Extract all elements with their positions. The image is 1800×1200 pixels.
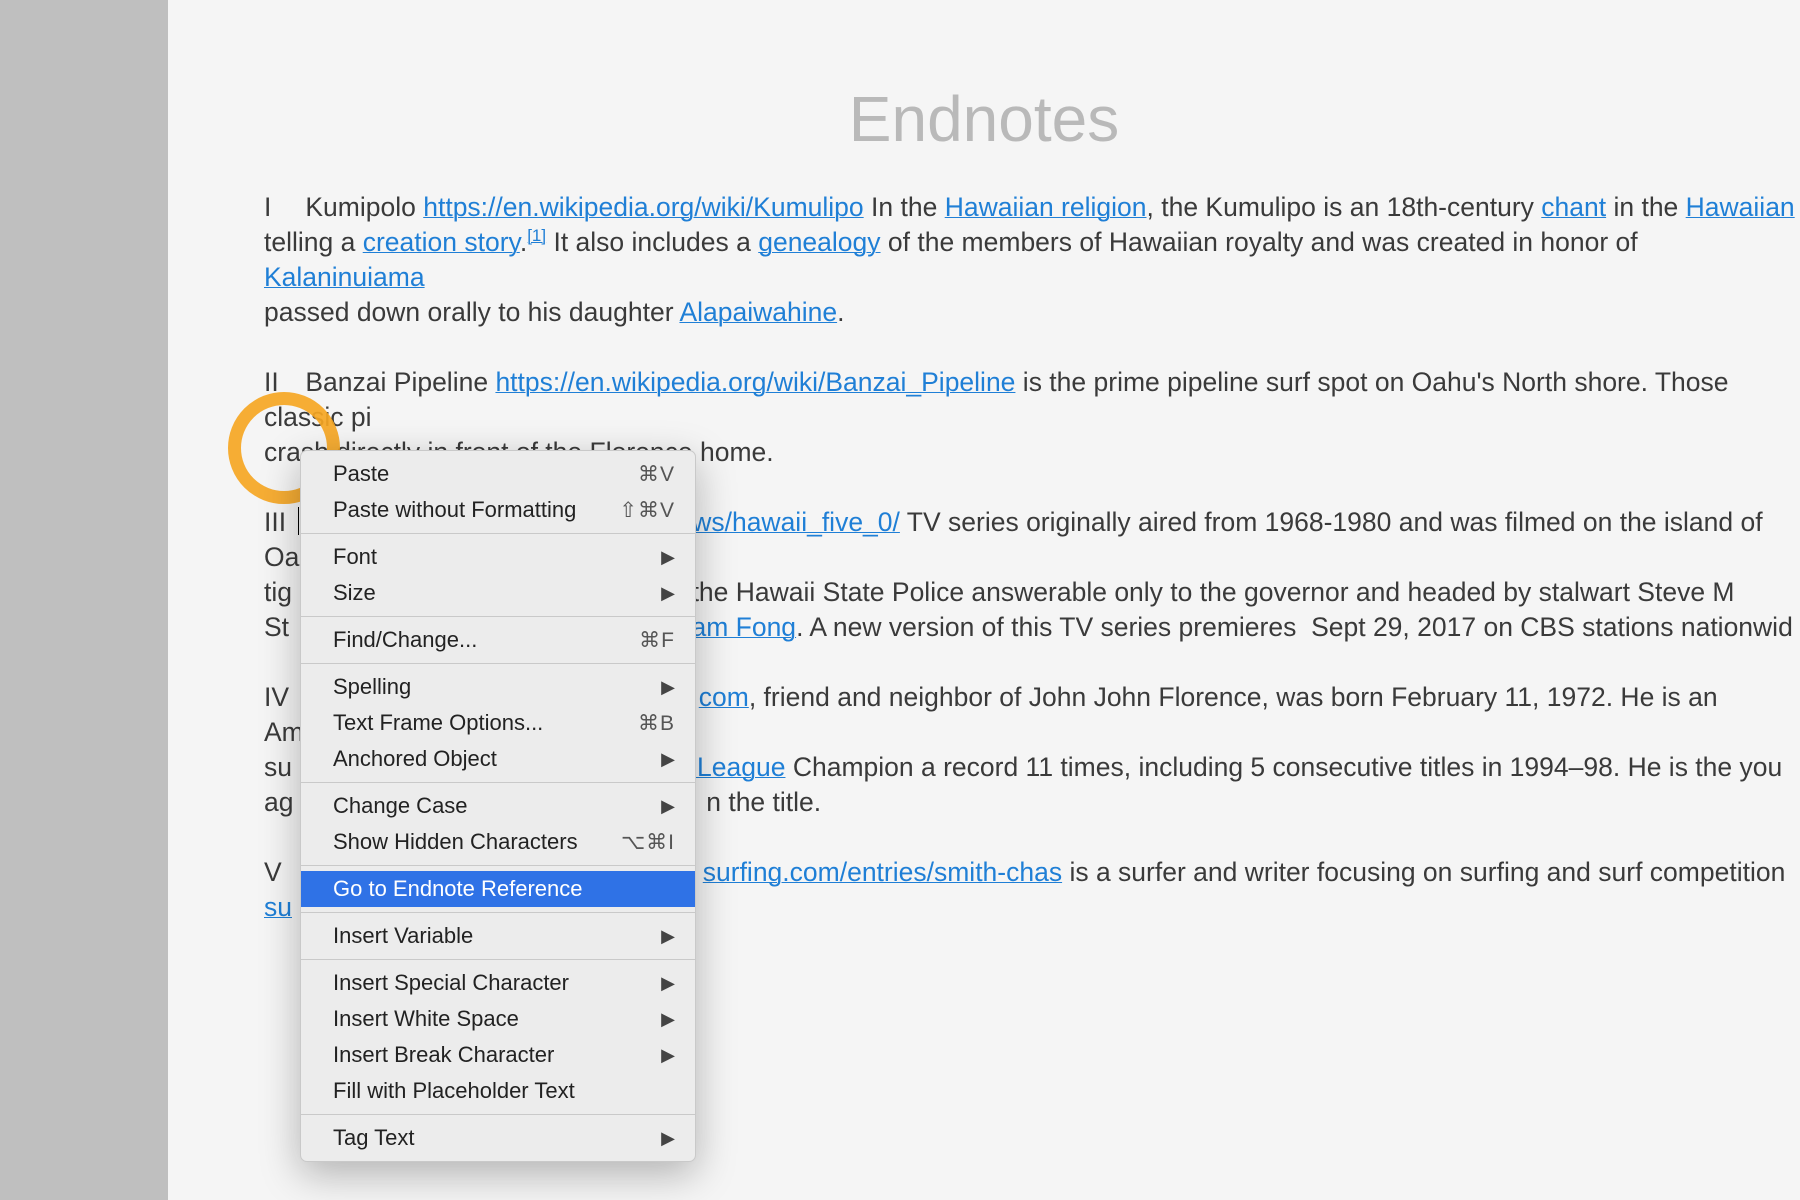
shortcut: ⌘B [638,711,675,736]
footnote-ref-1[interactable]: [1] [527,226,546,245]
menu-insert-variable[interactable]: Insert Variable ▶ [301,918,695,954]
submenu-arrow-icon: ▶ [661,1009,675,1030]
menu-size[interactable]: Size ▶ [301,575,695,611]
menu-separator [301,616,695,617]
creation-story-link[interactable]: creation story [363,227,520,257]
endnote-1[interactable]: I Kumipolo https://en.wikipedia.org/wiki… [264,190,1800,330]
submenu-arrow-icon: ▶ [661,547,675,568]
com-link[interactable]: com [699,682,749,712]
menu-font[interactable]: Font ▶ [301,539,695,575]
menu-separator [301,959,695,960]
menu-text-frame-options[interactable]: Text Frame Options... ⌘B [301,705,695,741]
menu-insert-special-character[interactable]: Insert Special Character ▶ [301,965,695,1001]
menu-go-to-endnote-reference[interactable]: Go to Endnote Reference [301,871,695,907]
submenu-arrow-icon: ▶ [661,1128,675,1149]
menu-change-case[interactable]: Change Case ▶ [301,788,695,824]
submenu-arrow-icon: ▶ [661,796,675,817]
endnote-label: Banzai Pipeline [305,367,488,397]
endnote-url-link[interactable]: https://en.wikipedia.org/wiki/Kumulipo [423,192,863,222]
submenu-arrow-icon: ▶ [661,973,675,994]
menu-separator [301,865,695,866]
hawaiian-religion-link[interactable]: Hawaiian religion [945,192,1147,222]
menu-spelling[interactable]: Spelling ▶ [301,669,695,705]
endnote-label: Kumipolo [305,192,415,222]
menu-separator [301,782,695,783]
chant-link[interactable]: chant [1541,192,1606,222]
endnote-numeral: I [264,190,298,225]
menu-paste[interactable]: Paste ⌘V [301,456,695,492]
alapaiwahine-link[interactable]: Alapaiwahine [679,297,837,327]
endnote-numeral: V [264,855,298,890]
menu-separator [301,533,695,534]
shortcut: ⇧⌘V [619,498,675,523]
menu-separator [301,1114,695,1115]
endnote-url-link[interactable]: https://en.wikipedia.org/wiki/Banzai_Pip… [495,367,1015,397]
shortcut: ⌘F [639,628,675,653]
kalaninuiama-link[interactable]: Kalaninuiama [264,262,425,292]
page-title: Endnotes [168,82,1800,156]
menu-fill-placeholder[interactable]: Fill with Placeholder Text [301,1073,695,1109]
menu-show-hidden-characters[interactable]: Show Hidden Characters ⌥⌘I [301,824,695,860]
text-cursor [298,507,299,535]
context-menu[interactable]: Paste ⌘V Paste without Formatting ⇧⌘V Fo… [300,450,696,1162]
menu-anchored-object[interactable]: Anchored Object ▶ [301,741,695,777]
su-link[interactable]: su [264,892,292,922]
menu-insert-break-character[interactable]: Insert Break Character ▶ [301,1037,695,1073]
submenu-arrow-icon: ▶ [661,926,675,947]
menu-separator [301,663,695,664]
submenu-arrow-icon: ▶ [661,583,675,604]
genealogy-link[interactable]: genealogy [758,227,880,257]
menu-find-change[interactable]: Find/Change... ⌘F [301,622,695,658]
shortcut: ⌘V [638,462,675,487]
menu-insert-white-space[interactable]: Insert White Space ▶ [301,1001,695,1037]
hawaiian-lang-link[interactable]: Hawaiian [1686,192,1795,222]
menu-separator [301,912,695,913]
endnote-numeral: III [264,505,298,540]
endnote-url-link[interactable]: surfing.com/entries/smith-chas [703,857,1062,887]
menu-tag-text[interactable]: Tag Text ▶ [301,1120,695,1156]
submenu-arrow-icon: ▶ [661,749,675,770]
shortcut: ⌥⌘I [621,830,675,855]
submenu-arrow-icon: ▶ [661,1045,675,1066]
endnote-numeral: IV [264,680,298,715]
submenu-arrow-icon: ▶ [661,677,675,698]
menu-paste-without-formatting[interactable]: Paste without Formatting ⇧⌘V [301,492,695,528]
